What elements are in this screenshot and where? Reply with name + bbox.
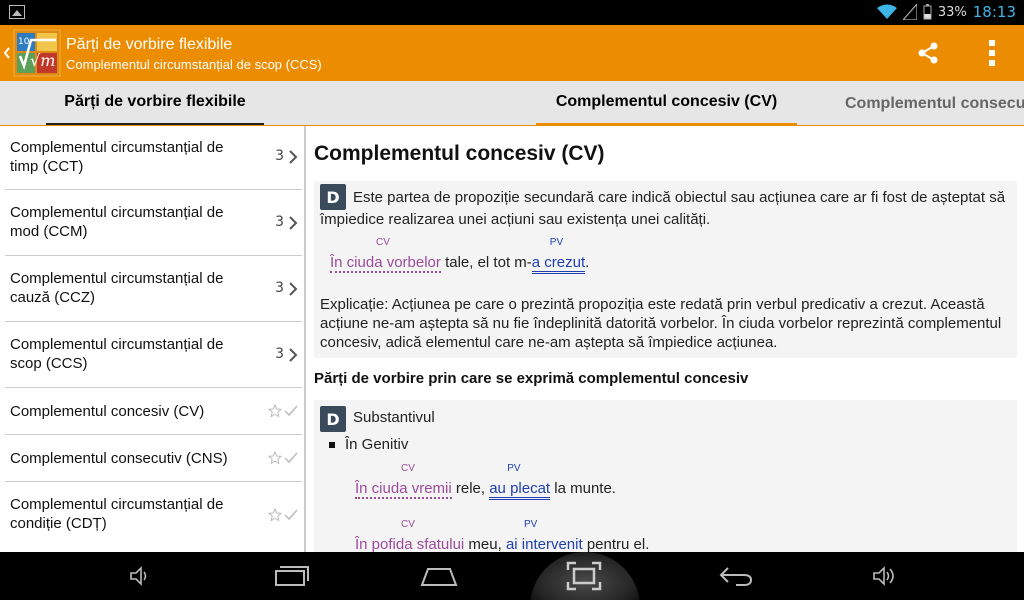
tab-parti-de-vorbire-flexibile[interactable]: Părți de vorbire flexibile bbox=[46, 81, 264, 125]
example-sentence: CV În ciuda vremii rele, PV au plecat la m… bbox=[355, 463, 616, 500]
logo-superscript: 10 bbox=[18, 37, 30, 47]
wifi-icon bbox=[876, 4, 897, 20]
sidebar-item-label: Complementul circumstanțial de mod (CCM) bbox=[10, 204, 224, 240]
pv-tag: PV bbox=[523, 519, 538, 530]
sidebar-item-label: Complementul circumstanțial de timp (CCT… bbox=[10, 139, 224, 175]
signal-icon bbox=[902, 4, 917, 20]
checkmark-icon[interactable] bbox=[284, 508, 298, 522]
pv-phrase: PV ai intervenit bbox=[505, 519, 583, 552]
sidebar-item-count: 3 bbox=[275, 214, 284, 230]
cv-tag: CV bbox=[376, 237, 390, 248]
app-title: Părți de vorbire flexibile bbox=[66, 36, 233, 53]
substantive-title: Substantivul bbox=[353, 409, 435, 426]
pv-phrase: PV au plecat bbox=[489, 463, 551, 500]
definition-text: Este partea de propoziție secundară care… bbox=[320, 189, 1006, 228]
example-middle: tale, el tot m- bbox=[440, 254, 532, 271]
sidebar-item-count: 3 bbox=[275, 148, 284, 164]
definition-box: D Este partea de propoziție secundară ca… bbox=[314, 181, 1017, 358]
back-button[interactable] bbox=[712, 552, 760, 600]
pv-tag: PV bbox=[549, 237, 564, 248]
cv-phrase: CV În pofida sfatului bbox=[355, 519, 465, 552]
sidebar-item-label: Complementul concesiv (CV) bbox=[10, 403, 205, 420]
chevron-right-icon bbox=[289, 348, 298, 362]
gallery-icon bbox=[9, 5, 25, 19]
tab-complementul-consecutiv[interactable]: Complementul consecutiv (CNS) bbox=[845, 81, 1024, 125]
app-subtitle: Complementul circumstanțial de scop (CCS… bbox=[66, 57, 322, 72]
example-end: pentru el. bbox=[582, 536, 650, 552]
navigation-bar bbox=[0, 552, 1024, 600]
app-logo-up-button[interactable]: √m 10 bbox=[3, 28, 62, 78]
sidebar-item-cct[interactable]: Complementul circumstanțial de timp (CCT… bbox=[5, 126, 302, 190]
sidebar-item-label: Complementul circumstanțial de condiție … bbox=[10, 496, 224, 532]
example-middle: rele, bbox=[451, 480, 490, 497]
share-button[interactable] bbox=[908, 35, 948, 71]
home-icon bbox=[420, 568, 458, 586]
sidebar-item-count: 3 bbox=[275, 346, 284, 362]
sidebar-item-label: Complementul consecutiv (CNS) bbox=[10, 450, 228, 467]
screenshot-button[interactable] bbox=[560, 552, 608, 600]
sidebar-item-ccz[interactable]: Complementul circumstanțial de cauză (CC… bbox=[5, 256, 302, 322]
pv-tag: PV bbox=[507, 463, 521, 474]
recent-apps-icon bbox=[275, 566, 309, 586]
battery-percent: 33% bbox=[937, 4, 967, 20]
status-icons: 33% 18:13 bbox=[876, 3, 1016, 21]
example-sentence: CV În pofida sfatului meu, PV ai interveni… bbox=[355, 519, 650, 552]
volume-up-button[interactable] bbox=[862, 552, 906, 600]
example-end: la munte. bbox=[550, 480, 616, 497]
cv-phrase: CV În ciuda vremii bbox=[355, 463, 452, 499]
chevron-right-icon bbox=[289, 216, 298, 230]
battery-icon bbox=[923, 4, 932, 20]
volume-down-icon bbox=[130, 566, 147, 586]
checkmark-icon[interactable] bbox=[284, 451, 298, 465]
star-icon[interactable] bbox=[268, 451, 282, 465]
logo-text: √m bbox=[30, 51, 55, 70]
home-button[interactable] bbox=[415, 552, 463, 600]
volume-down-button[interactable] bbox=[118, 552, 162, 600]
substantive-box: D Substantivul În Genitiv CV În ciuda vre… bbox=[314, 400, 1017, 552]
cv-phrase: CV În ciuda vorbelor bbox=[330, 237, 441, 273]
example-end: . bbox=[585, 254, 590, 271]
bullet-text: În Genitiv bbox=[345, 436, 409, 453]
chevron-right-icon bbox=[289, 150, 298, 164]
sidebar-item-count: 3 bbox=[275, 280, 284, 296]
status-bar: 33% 18:13 bbox=[0, 0, 1024, 25]
sidebar-item-cdt[interactable]: Complementul circumstanțial de condiție … bbox=[5, 482, 302, 548]
tab-strip: Părți de vorbire flexibile Complementul … bbox=[0, 81, 1024, 126]
volume-up-icon bbox=[873, 566, 894, 586]
sidebar-list: Complementul circumstanțial de timp (CCT… bbox=[0, 126, 306, 552]
sidebar-item-ccs[interactable]: Complementul circumstanțial de scop (CCS… bbox=[5, 322, 302, 388]
recent-apps-button[interactable] bbox=[268, 552, 316, 600]
chevron-right-icon bbox=[289, 282, 298, 296]
sidebar-item-cv[interactable]: Complementul concesiv (CV) bbox=[5, 388, 302, 435]
share-icon bbox=[918, 42, 938, 64]
cv-tag: CV bbox=[401, 463, 415, 474]
example-middle: meu, bbox=[464, 536, 506, 552]
example-sentence: CV În ciuda vorbelor tale, el tot m- PV a c… bbox=[330, 237, 590, 274]
pv-phrase: PV a crezut bbox=[531, 237, 586, 274]
tab-complementul-concesiv[interactable]: Complementul concesiv (CV) bbox=[536, 81, 797, 125]
cv-tag: CV bbox=[401, 519, 415, 530]
screenshot-icon bbox=[566, 561, 602, 591]
sidebar-item-ccm[interactable]: Complementul circumstanțial de mod (CCM)… bbox=[5, 190, 302, 256]
back-icon bbox=[719, 567, 753, 586]
sidebar-item-label: Complementul circumstanțial de scop (CCS… bbox=[10, 336, 224, 372]
overflow-menu-button[interactable] bbox=[972, 35, 1012, 71]
checkmark-icon[interactable] bbox=[284, 404, 298, 418]
content-pane: Complementul concesiv (CV) D Este partea… bbox=[308, 126, 1024, 552]
sidebar-item-label: Complementul circumstanțial de cauză (CC… bbox=[10, 270, 224, 306]
substantive-badge: D bbox=[320, 406, 346, 432]
action-bar: √m 10 Părți de vorbire flexibile Complem… bbox=[0, 25, 1024, 81]
star-icon[interactable] bbox=[268, 404, 282, 418]
page-title: Complementul concesiv (CV) bbox=[314, 142, 605, 165]
star-icon[interactable] bbox=[268, 508, 282, 522]
sidebar-item-cns[interactable]: Complementul consecutiv (CNS) bbox=[5, 435, 302, 482]
bullet-marker bbox=[329, 442, 335, 448]
section-title: Părți de vorbire prin care se exprimă co… bbox=[314, 370, 749, 387]
explanation-text: Explicație: Acțiunea pe care o prezintă … bbox=[320, 296, 1002, 351]
clock: 18:13 bbox=[972, 3, 1016, 21]
overflow-menu-icon bbox=[989, 40, 995, 66]
